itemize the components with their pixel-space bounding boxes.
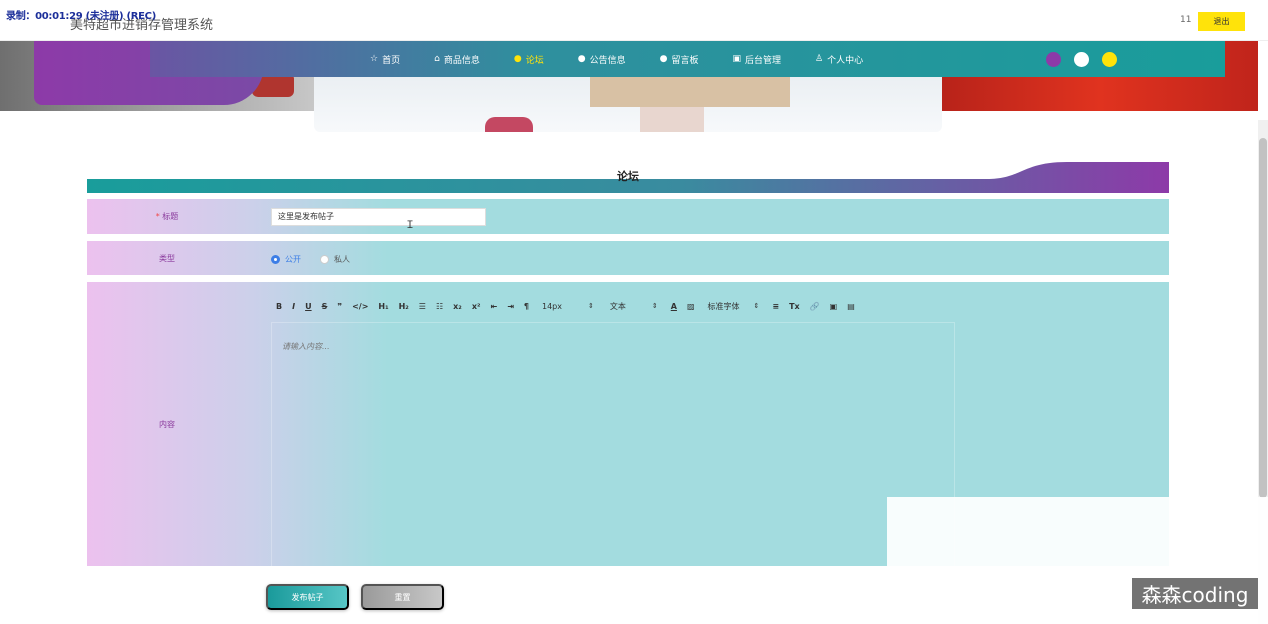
radio-label: 公开 <box>285 255 301 264</box>
top-bar: 美特超市进销存管理系统 录制：00:01:29 (未注册) (REC) 11 退… <box>0 0 1268 41</box>
italic-button[interactable]: I <box>292 302 295 311</box>
ordered-list-icon[interactable]: ☰ <box>419 302 426 311</box>
link-icon[interactable]: 🔗 <box>810 302 820 311</box>
title-input[interactable]: 这里是发布帖子 <box>271 208 486 226</box>
nav-item-label: 后台管理 <box>744 55 781 66</box>
clear-format-icon[interactable]: Tx <box>789 302 800 311</box>
select-caret-icon: ⇕ <box>651 302 658 310</box>
page-scrollbar-thumb[interactable] <box>1259 138 1267 498</box>
paragraph-value: 文本 <box>609 301 626 311</box>
radio-label: 私人 <box>334 255 350 264</box>
watermark: 森森coding <box>1132 578 1258 609</box>
home-icon: ⌂ <box>434 54 440 64</box>
strike-button[interactable]: S <box>322 302 328 311</box>
publish-post-button[interactable]: 发布帖子 <box>266 584 349 610</box>
superscript-button[interactable]: x² <box>472 302 481 311</box>
font-color-icon[interactable]: A <box>671 302 677 311</box>
nav-item-profile[interactable]: ♙ 个人中心 <box>815 53 863 66</box>
reset-button[interactable]: 重置 <box>361 584 444 610</box>
page: 美特超市进销存管理系统 录制：00:01:29 (未注册) (REC) 11 退… <box>0 0 1268 624</box>
title-label-text: 标题 <box>162 212 179 221</box>
form-row-title: * 标题 这里是发布帖子 <box>87 199 1169 234</box>
blockquote-icon[interactable]: ❞ <box>337 302 342 311</box>
bold-button[interactable]: B <box>276 302 282 311</box>
info-icon: ● <box>659 54 668 64</box>
nav-item-label: 公告信息 <box>589 55 626 66</box>
editor-toolbar: B I U S ❞ </> H₁ H₂ ☰ ☷ x₂ x² ⇤ ⇥ ¶ 14px… <box>271 292 955 320</box>
content-label: 内容 <box>159 420 175 429</box>
theme-dot-white[interactable] <box>1074 52 1089 67</box>
info-icon: ● <box>577 54 586 64</box>
nav-item-label: 论坛 <box>525 55 544 66</box>
text-cursor-icon: Ｉ <box>405 220 415 231</box>
theme-dot-purple[interactable] <box>1046 52 1061 67</box>
image-icon[interactable]: ▣ <box>830 302 838 311</box>
heading2-button[interactable]: H₂ <box>399 302 409 311</box>
nav-item-home[interactable]: ☆ 首页 <box>370 53 400 66</box>
star-icon: ☆ <box>370 54 379 64</box>
outdent-icon[interactable]: ⇤ <box>490 302 497 311</box>
banner-photo-bag <box>485 117 533 132</box>
indent-icon[interactable]: ⇥ <box>507 302 514 311</box>
rich-text-editor: B I U S ❞ </> H₁ H₂ ☰ ☷ x₂ x² ⇤ ⇥ ¶ 14px… <box>271 292 955 567</box>
select-caret-icon: ⇕ <box>753 302 760 310</box>
form-title: 论坛 <box>617 170 639 183</box>
select-caret-icon: ⇕ <box>587 302 594 310</box>
form-row-type: 类型 公开 私人 <box>87 241 1169 275</box>
title-label: * 标题 <box>87 211 247 222</box>
briefcase-icon: ▣ <box>732 54 741 64</box>
editor-placeholder: 请输入内容... <box>282 342 330 351</box>
editor-content-area[interactable]: 请输入内容... <box>271 322 955 567</box>
radio-public[interactable]: 公开 <box>271 254 301 265</box>
video-icon[interactable]: ▤ <box>847 302 855 311</box>
type-label: 类型 <box>159 254 175 263</box>
banner-photo-model <box>640 107 704 132</box>
nav-item-forum[interactable]: ● 论坛 <box>514 53 544 66</box>
font-family-value: 标准字体 <box>707 301 740 311</box>
align-icon[interactable]: ≡ <box>772 302 779 311</box>
nav-links: ☆ 首页 ⌂ 商品信息 ● 论坛 ● 公告信息 ● 留言板 ▣ 后台管理 ♙ 个… <box>370 41 897 77</box>
recording-overlay: 录制：00:01:29 (未注册) (REC) <box>6 11 156 22</box>
paragraph-select[interactable]: 文本 ⇕ <box>610 301 658 312</box>
underline-button[interactable]: U <box>305 302 312 311</box>
bullet-list-icon[interactable]: ☷ <box>436 302 443 311</box>
required-mark: * <box>155 212 160 221</box>
background-color-icon[interactable]: ▨ <box>687 302 695 311</box>
nav-item-label: 商品信息 <box>443 55 480 66</box>
radio-private[interactable]: 私人 <box>320 254 350 265</box>
nav-item-messages[interactable]: ● 留言板 <box>660 53 699 66</box>
subscript-button[interactable]: x₂ <box>453 302 462 311</box>
text-direction-icon[interactable]: ¶ <box>524 302 529 311</box>
heading1-button[interactable]: H₁ <box>378 302 388 311</box>
nav-item-label: 首页 <box>382 55 401 66</box>
font-family-select[interactable]: 标准字体 ⇕ <box>708 301 760 312</box>
font-size-select[interactable]: 14px ⇕ <box>542 302 594 311</box>
user-count: 11 <box>1180 15 1192 25</box>
nav-item-label: 个人中心 <box>827 55 864 66</box>
info-icon: ● <box>513 54 522 64</box>
nav-item-label: 留言板 <box>671 55 699 66</box>
radio-checked-icon <box>271 255 280 264</box>
theme-dot-yellow[interactable] <box>1102 52 1117 67</box>
font-size-value: 14px <box>541 301 562 311</box>
logout-button[interactable]: 退出 <box>1198 12 1245 31</box>
code-icon[interactable]: </> <box>352 302 368 311</box>
nav-item-products[interactable]: ⌂ 商品信息 <box>434 53 480 66</box>
radio-unchecked-icon <box>320 255 329 264</box>
user-icon: ♙ <box>814 54 824 64</box>
nav-item-admin[interactable]: ▣ 后台管理 <box>732 53 781 66</box>
nav-item-notices[interactable]: ● 公告信息 <box>578 53 626 66</box>
